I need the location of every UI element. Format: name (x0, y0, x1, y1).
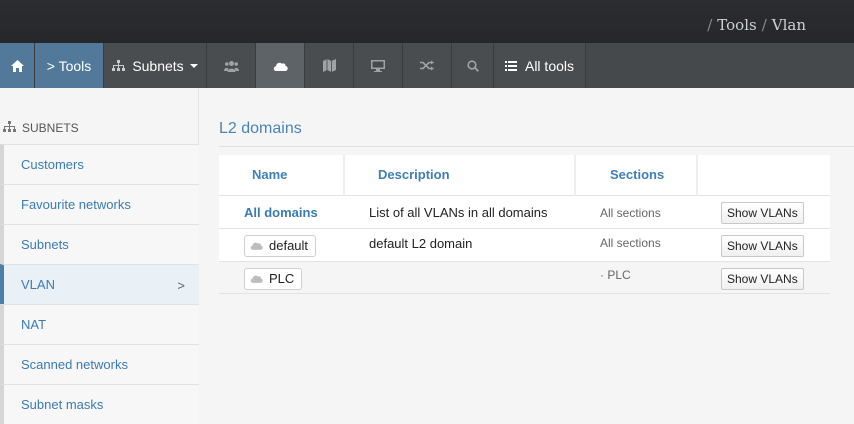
column-header-sections[interactable]: Sections (575, 155, 698, 196)
sidebar-item-label: Favourite networks (21, 197, 131, 212)
users-button[interactable] (207, 43, 256, 88)
shuffle-button[interactable] (403, 43, 452, 88)
cell-name: All domains (219, 195, 344, 229)
list-icon (504, 60, 517, 71)
show-vlans-button[interactable]: Show VLANs (721, 201, 804, 224)
users-icon (223, 60, 239, 72)
breadcrumb: / Tools / Vlan (702, 16, 806, 34)
cloud-button[interactable] (256, 43, 305, 88)
sidebar-item-label: Scanned networks (21, 357, 128, 372)
cell-sections: All sections (575, 228, 697, 262)
cell-description: List of all VLANs in all domains (344, 195, 575, 229)
cell-description (344, 261, 575, 294)
caret-down-icon (189, 63, 198, 68)
sidebar-item-label: VLAN (21, 277, 55, 292)
tools-button[interactable]: > Tools (35, 43, 104, 88)
column-header-description[interactable]: Description (344, 155, 576, 196)
sidebar-item-nat[interactable]: NAT (0, 304, 199, 344)
subnets-dropdown[interactable]: Subnets (104, 43, 207, 88)
cloud-icon (250, 238, 269, 253)
main-navbar: > Tools Subnets All tools (0, 43, 854, 88)
table-row: All domains List of all VLANs in all dom… (219, 195, 830, 229)
sidebar-item-favourite-networks[interactable]: Favourite networks (0, 184, 199, 224)
page-title: L2 domains (219, 120, 302, 137)
cloud-icon (273, 61, 288, 71)
top-header: / Tools / Vlan (0, 0, 854, 43)
shuffle-icon (420, 60, 434, 71)
all-domains-link[interactable]: All domains (244, 205, 318, 220)
column-header-name[interactable]: Name (219, 155, 345, 196)
search-icon (466, 59, 479, 72)
sidebar-item-vlan[interactable]: VLAN > (0, 264, 199, 304)
cell-sections: All sections (575, 195, 697, 229)
sidebar-heading: SUBNETS (0, 118, 199, 138)
sidebar-item-label: Subnet masks (21, 397, 104, 412)
monitor-button[interactable] (354, 43, 403, 88)
sidebar-item-scanned-networks[interactable]: Scanned networks (0, 344, 199, 384)
table-row: default default L2 domain All sections S… (219, 228, 830, 262)
sitemap-icon (112, 60, 126, 71)
cell-action: Show VLANs (697, 261, 830, 294)
sidebar-list: Customers Favourite networks Subnets VLA… (0, 144, 199, 424)
search-button[interactable] (452, 43, 494, 88)
cell-name: PLC (219, 261, 344, 294)
home-icon (10, 59, 24, 72)
map-icon (322, 59, 336, 72)
main-content: L2 domains Name Description Sections All… (200, 88, 854, 412)
breadcrumb-vlan: Vlan (771, 16, 806, 34)
all-tools-button[interactable]: All tools (494, 43, 586, 88)
l2-domains-table: Name Description Sections All domains Li… (219, 155, 830, 294)
title-divider (219, 146, 854, 147)
show-vlans-button[interactable]: Show VLANs (721, 234, 804, 257)
domain-name: default (269, 238, 309, 253)
table-row: PLC · PLC Show VLANs (219, 261, 830, 294)
all-tools-label: All tools (524, 57, 575, 74)
sidebar: SUBNETS Customers Favourite networks Sub… (0, 88, 199, 424)
cell-action: Show VLANs (697, 195, 830, 229)
cell-name: default (219, 228, 344, 262)
sidebar-heading-label: SUBNETS (22, 121, 79, 135)
sidebar-item-label: NAT (21, 317, 47, 332)
cloud-icon (250, 271, 269, 286)
sitemap-icon (3, 121, 22, 135)
map-button[interactable] (305, 43, 354, 88)
column-header-actions (697, 155, 830, 196)
chevron-right-icon: > (177, 278, 185, 293)
table-header-row: Name Description Sections (219, 155, 830, 196)
subnets-label: Subnets (132, 57, 184, 74)
breadcrumb-separator: / (707, 16, 713, 34)
sidebar-item-customers[interactable]: Customers (0, 144, 199, 184)
sidebar-item-subnets[interactable]: Subnets (0, 224, 199, 264)
domain-plc-button[interactable]: PLC (244, 267, 303, 290)
home-button[interactable] (0, 43, 35, 88)
monitor-icon (371, 59, 385, 72)
domain-name: PLC (269, 271, 295, 286)
domain-default-button[interactable]: default (244, 234, 317, 257)
sidebar-item-subnet-masks[interactable]: Subnet masks (0, 384, 199, 424)
show-vlans-button[interactable]: Show VLANs (721, 267, 804, 290)
breadcrumb-separator: / (761, 16, 767, 34)
cell-description: default L2 domain (344, 228, 575, 262)
sidebar-item-label: Customers (21, 157, 84, 172)
sidebar-item-label: Subnets (21, 237, 69, 252)
cell-action: Show VLANs (697, 228, 830, 262)
breadcrumb-tools[interactable]: Tools (717, 16, 756, 34)
cell-sections: · PLC (575, 261, 697, 294)
